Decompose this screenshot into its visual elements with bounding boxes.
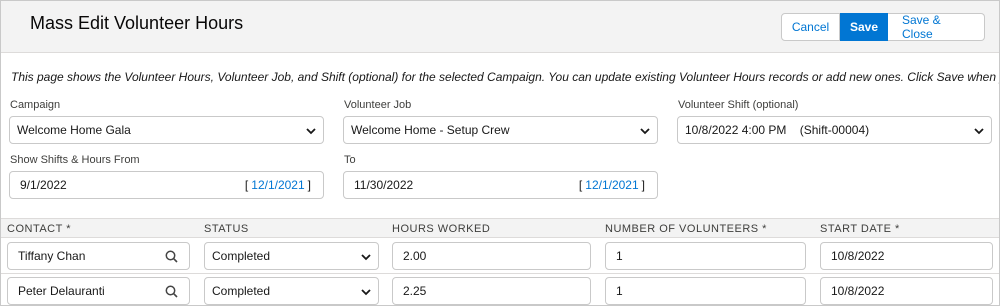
from-date-value: 9/1/2022	[20, 178, 67, 192]
from-today-date[interactable]: 12/1/2021	[248, 178, 307, 192]
column-header-volunteers: NUMBER OF VOLUNTEERS *	[605, 223, 767, 235]
chevron-down-icon	[306, 128, 316, 135]
column-header-hours: HOURS WORKED	[392, 223, 491, 235]
volunteers-field[interactable]: 1	[605, 277, 806, 305]
to-today-link[interactable]: [12/1/2021]	[579, 178, 645, 192]
to-date-value: 11/30/2022	[354, 178, 414, 192]
to-date-label: To	[344, 154, 356, 166]
volunteers-value: 1	[616, 284, 623, 298]
column-header-contact: CONTACT *	[7, 223, 71, 235]
job-select[interactable]: Welcome Home - Setup Crew	[343, 116, 658, 144]
to-today-date[interactable]: 12/1/2021	[582, 178, 641, 192]
grid-header: CONTACT * STATUS HOURS WORKED NUMBER OF …	[1, 218, 999, 238]
status-value: Completed	[212, 284, 271, 298]
start-date-value: 10/8/2022	[831, 249, 885, 263]
start-date-value: 10/8/2022	[831, 284, 885, 298]
volunteers-field[interactable]: 1	[605, 242, 806, 270]
job-label: Volunteer Job	[344, 99, 412, 111]
column-header-start-date: START DATE *	[820, 223, 900, 235]
shift-select[interactable]: 10/8/2022 4:00 PM (Shift-00004)	[677, 116, 992, 144]
start-date-field[interactable]: 10/8/2022	[820, 242, 993, 270]
shift-label: Volunteer Shift (optional)	[678, 99, 799, 111]
status-value: Completed	[212, 249, 271, 263]
search-icon[interactable]	[165, 250, 178, 263]
from-date-field[interactable]: 9/1/2022 [12/1/2021]	[9, 171, 324, 199]
campaign-select[interactable]: Welcome Home Gala	[9, 116, 324, 144]
save-and-close-button[interactable]: Save & Close	[888, 13, 985, 41]
campaign-label: Campaign	[10, 99, 61, 111]
hours-worked-field[interactable]: 2.25	[392, 277, 591, 305]
intro-text: This page shows the Volunteer Hours, Vol…	[11, 70, 1000, 84]
contact-value: Tiffany Chan	[18, 249, 86, 263]
page-title: Mass Edit Volunteer Hours	[30, 13, 244, 33]
bracket-close: ]	[307, 178, 311, 192]
status-select[interactable]: Completed	[204, 242, 379, 270]
campaign-select-value: Welcome Home Gala	[17, 123, 131, 137]
contact-lookup[interactable]: Peter Delauranti	[7, 277, 190, 305]
volunteers-value: 1	[616, 249, 623, 263]
chevron-down-icon	[361, 254, 371, 261]
cancel-button[interactable]: Cancel	[781, 13, 840, 41]
page-header: Mass Edit Volunteer Hours Cancel Save Sa…	[1, 1, 999, 53]
start-date-field[interactable]: 10/8/2022	[820, 277, 993, 305]
bracket-close: ]	[641, 178, 645, 192]
to-date-field[interactable]: 11/30/2022 [12/1/2021]	[343, 171, 658, 199]
job-select-value: Welcome Home - Setup Crew	[351, 123, 510, 137]
chevron-down-icon	[361, 289, 371, 296]
chevron-down-icon	[974, 128, 984, 135]
hours-worked-field[interactable]: 2.00	[392, 242, 591, 270]
mass-edit-panel: Mass Edit Volunteer Hours Cancel Save Sa…	[0, 0, 1000, 306]
hours-value: 2.00	[403, 249, 427, 263]
from-date-label: Show Shifts & Hours From	[10, 154, 140, 166]
status-select[interactable]: Completed	[204, 277, 379, 305]
contact-value: Peter Delauranti	[18, 284, 105, 298]
save-button[interactable]: Save	[840, 13, 888, 41]
search-icon[interactable]	[165, 285, 178, 298]
hours-value: 2.25	[403, 284, 427, 298]
header-button-group: Cancel Save Save & Close	[781, 13, 985, 41]
contact-lookup[interactable]: Tiffany Chan	[7, 242, 190, 270]
column-header-status: STATUS	[204, 223, 249, 235]
chevron-down-icon	[640, 128, 650, 135]
from-today-link[interactable]: [12/1/2021]	[245, 178, 311, 192]
row-divider	[1, 273, 999, 274]
shift-select-value: 10/8/2022 4:00 PM (Shift-00004)	[685, 123, 870, 137]
